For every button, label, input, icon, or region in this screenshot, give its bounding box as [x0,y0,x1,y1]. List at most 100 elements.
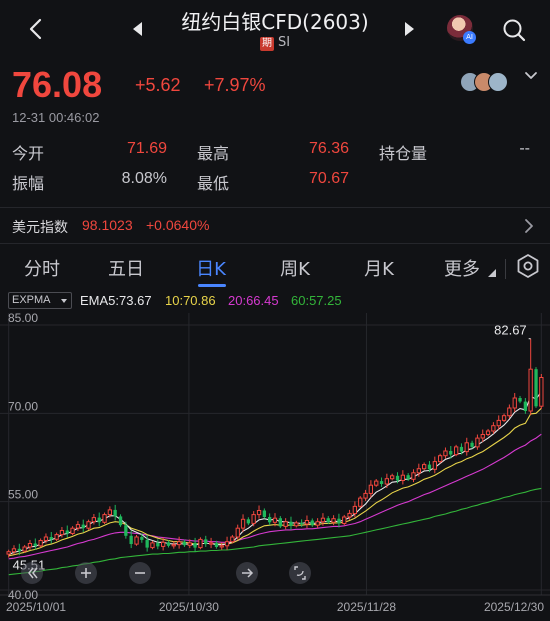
candle-body [384,478,390,485]
indicator-select[interactable]: EXPMA [8,292,72,309]
x-tick-label: 2025/10/01 [6,600,66,614]
futures-badge: 期 [259,37,274,51]
settings-icon[interactable] [515,253,541,279]
candle-body [352,505,358,514]
candlestick-chart[interactable]: 85.0070.0055.0040.002025/10/01 2025/10/30… [0,313,550,621]
candle-body [470,442,474,447]
candle-body [97,517,101,523]
y-tick-label: 70.00 [8,399,38,413]
rewind-icon[interactable] [21,562,43,584]
candle-body [70,527,75,534]
candle-body [256,510,262,516]
ema20-value: 20:66.45 [228,293,279,308]
next-instrument-icon[interactable] [405,22,414,36]
candle-body [177,541,182,546]
low-label: 最低 [197,174,230,193]
candle-body [43,536,49,541]
low-value: 70.67 [308,170,349,187]
candle-body [501,415,507,421]
last-price: 76.08 [12,64,103,105]
active-tab-indicator [198,284,226,287]
candle-body [278,518,282,527]
viewer-avatar-icon [488,72,508,92]
chevron-down-icon[interactable] [523,68,539,84]
candle-body [289,521,293,526]
candle-body [17,548,21,552]
candle-body [416,468,422,474]
go-latest-icon[interactable] [236,562,258,584]
fullscreen-icon-bg [289,562,311,584]
candle-body [507,407,512,417]
candle-body [49,537,53,540]
divider [0,207,550,208]
amplitude-label: 振幅 [12,174,45,193]
candle-body [102,514,107,523]
ema60-value: 60:57.25 [291,293,342,308]
high-label: 最高 [197,144,230,163]
candle-body [161,541,166,547]
open-value: 71.69 [126,140,167,157]
max-price-label: 82.67 [494,323,527,338]
tab-intraday[interactable]: 分时 [12,255,72,281]
x-tick-label: 2025/12/30 [484,600,544,614]
viewer-avatars[interactable] [460,72,524,94]
candle-body [496,419,501,427]
candle-body [475,437,480,448]
usd-index-label: 美元指数 [12,220,68,236]
candle-body [171,544,176,547]
fullscreen-icon[interactable] [289,562,311,584]
candle-body [422,464,427,470]
candle-body [300,522,304,525]
candle-body [528,368,533,412]
tab-five-day[interactable]: 五日 [96,255,156,281]
candle-body [331,518,336,523]
more-caret-icon [488,269,496,277]
price-change: +5.62 [135,75,181,95]
candle-body [193,542,197,548]
tab-more[interactable]: 更多 [432,255,492,281]
zoom-in-icon[interactable] [75,562,97,584]
candle-body [113,509,117,517]
y-tick-label: 85.00 [8,313,38,325]
candle-body [81,524,85,529]
candle-body [400,474,406,481]
candle-body [91,517,96,523]
ema10-value: 10:70.86 [165,293,216,308]
candle-body [438,455,443,463]
candle-body [59,530,65,536]
candle-body [358,497,363,507]
previous-instrument-icon[interactable] [133,22,142,36]
tab-monthly-k[interactable]: 月K [349,255,409,281]
candle-body [337,518,341,524]
candle-body [283,521,288,527]
candle-body [33,543,37,546]
zoom-out-icon[interactable] [129,562,151,584]
candle-body [224,541,230,547]
tab-weekly-k[interactable]: 周K [265,255,325,281]
candle-body [315,521,320,526]
candle-body [268,517,272,523]
candle-body [342,516,347,524]
stats-grid: 今开 71.69 最高 76.36 持仓量 -- 振幅 8.08% 最低 70.… [12,138,542,198]
usd-index-row[interactable]: 美元指数 98.1023 +0.0640% [0,209,550,243]
candle-body [38,540,43,547]
candle-body [512,397,517,409]
candle-body [449,451,453,455]
candle-body [320,517,326,523]
search-icon[interactable] [500,16,528,44]
candle-body [459,446,464,452]
candle-body [480,434,485,439]
candle-body [443,450,448,457]
candle-body [363,492,368,499]
candle-body [214,542,219,547]
back-arrow-icon[interactable] [22,14,52,44]
candle-body [534,369,538,407]
candle-body [411,472,416,480]
candle-body [150,542,155,549]
candle-body [75,524,81,529]
chevron-right-icon[interactable] [522,218,536,234]
candle-body [368,484,374,494]
tab-daily-k[interactable]: 日K [181,255,241,281]
candle-body [65,530,69,534]
candle-body [107,509,112,516]
